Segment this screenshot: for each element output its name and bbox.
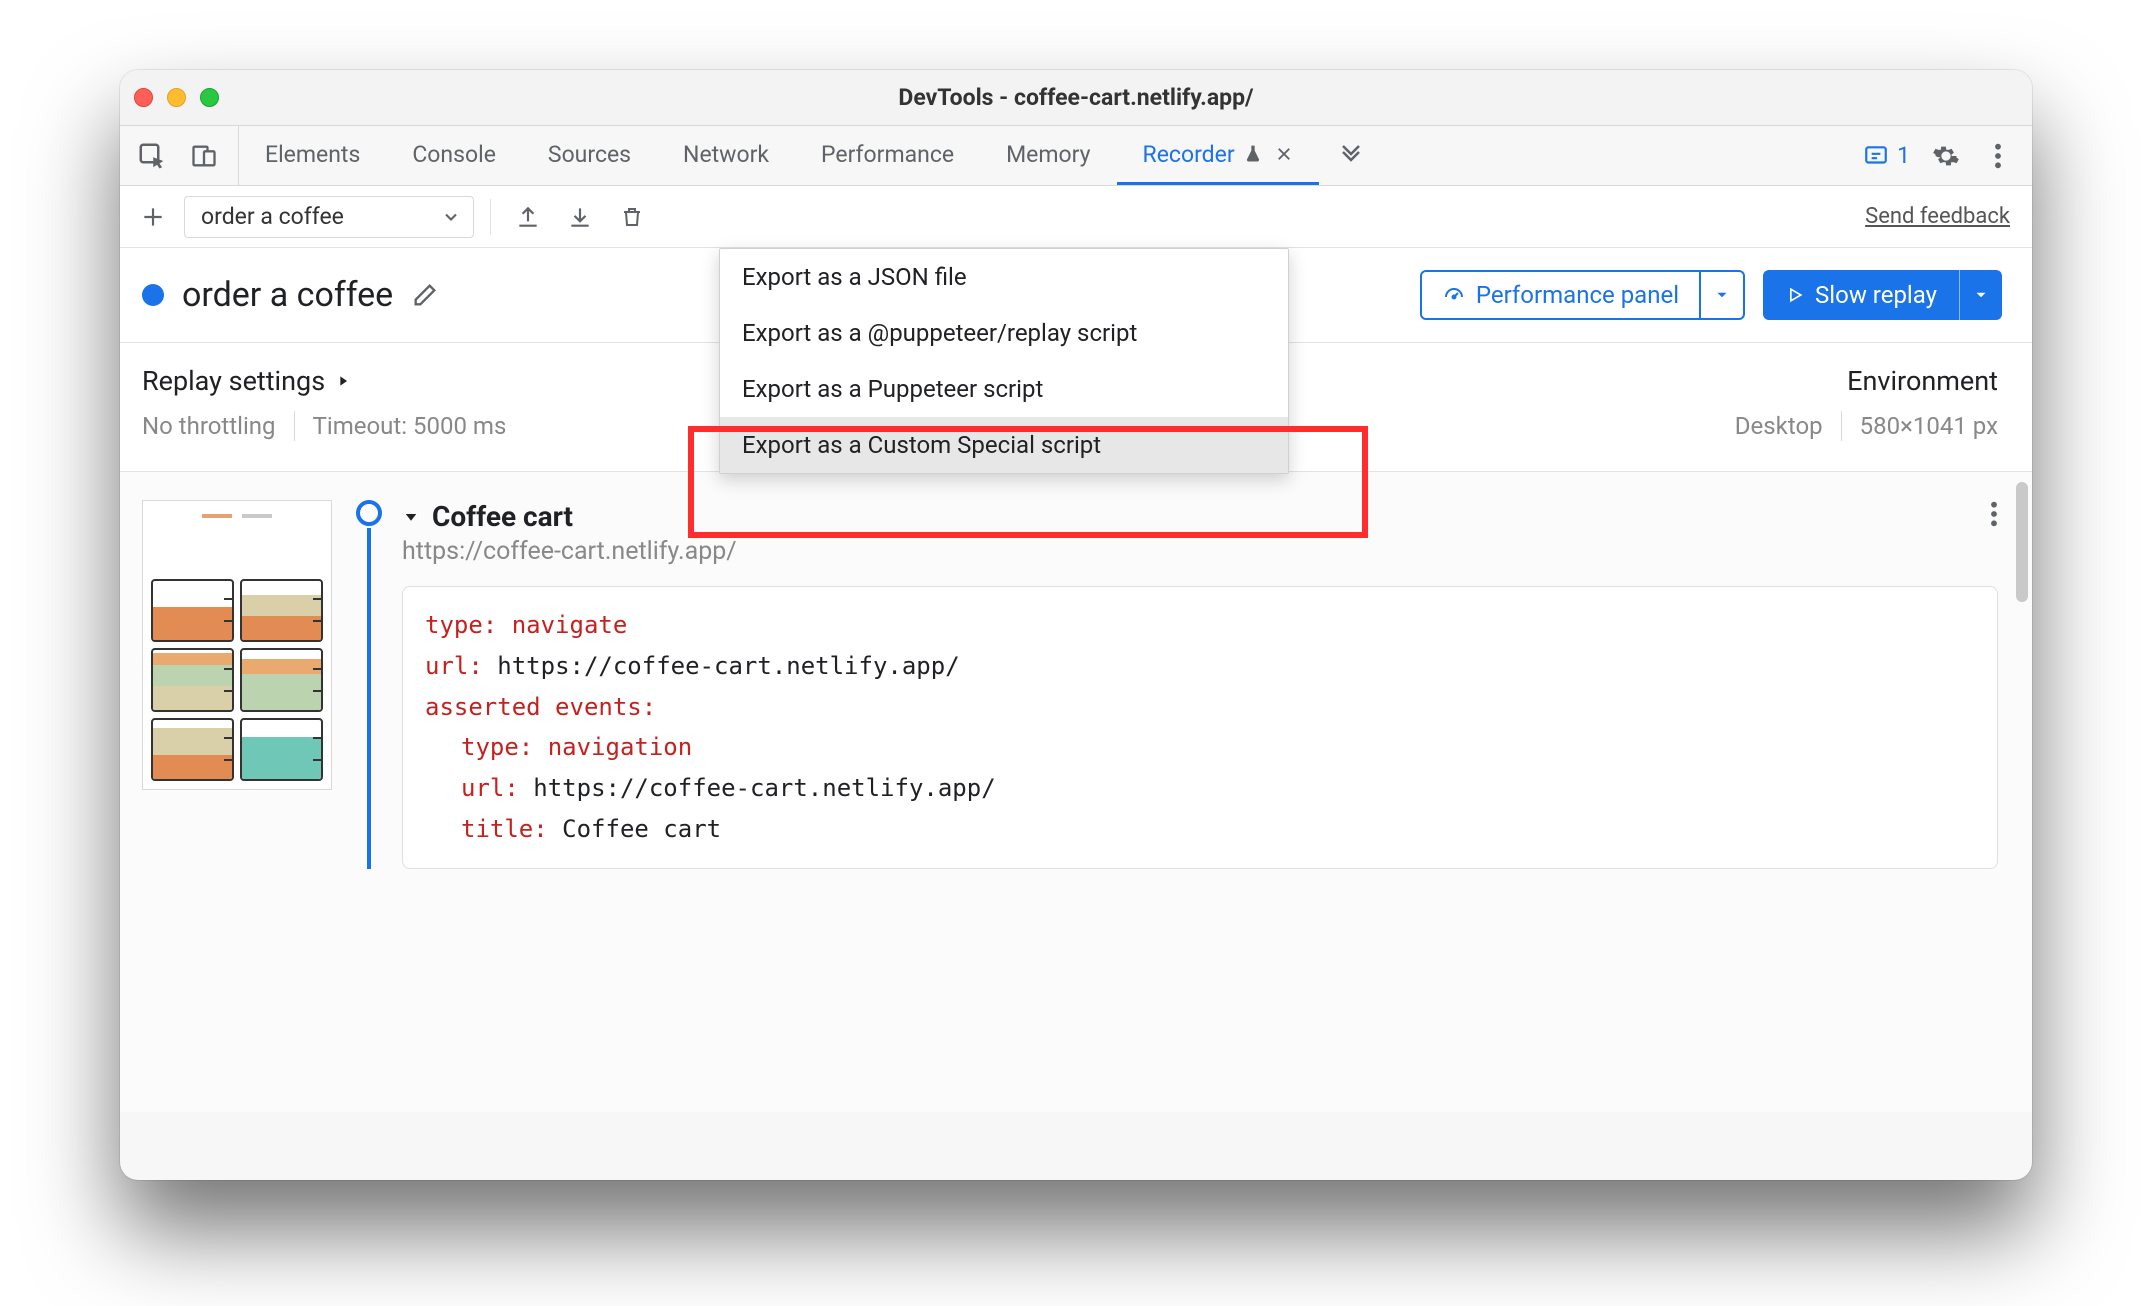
minimize-window-button[interactable] xyxy=(167,88,186,107)
recording-status-dot xyxy=(142,284,164,306)
recorder-toolbar: order a coffee Send feedback xyxy=(120,186,2032,248)
device-toolbar-icon[interactable] xyxy=(188,140,220,172)
tab-memory[interactable]: Memory xyxy=(980,126,1116,185)
devtools-tabstrip: Elements Console Sources Network Perform… xyxy=(120,126,2032,186)
titlebar: DevTools - coffee-cart.netlify.app/ xyxy=(120,70,2032,126)
kebab-icon[interactable] xyxy=(1982,140,2014,172)
window-title: DevTools - coffee-cart.netlify.app/ xyxy=(120,84,2032,111)
chevron-down-icon xyxy=(441,207,461,227)
step-details: type: navigate url: https://coffee-cart.… xyxy=(402,586,1998,869)
tab-elements[interactable]: Elements xyxy=(239,126,386,185)
export-item-puppeteer-replay[interactable]: Export as a @puppeteer/replay script xyxy=(720,305,1288,361)
issues-button[interactable]: 1 xyxy=(1863,142,1910,169)
traffic-lights xyxy=(134,88,219,107)
separator xyxy=(1841,411,1842,441)
separator xyxy=(294,411,295,441)
scrollbar[interactable] xyxy=(2016,482,2028,602)
replay-settings-toggle[interactable]: Replay settings xyxy=(142,365,506,397)
tab-sources[interactable]: Sources xyxy=(522,126,657,185)
recording-select-value: order a coffee xyxy=(201,203,344,230)
environment-device: Desktop xyxy=(1735,412,1823,440)
gauge-icon xyxy=(1442,283,1466,307)
export-button[interactable] xyxy=(507,196,549,238)
export-item-puppeteer[interactable]: Export as a Puppeteer script xyxy=(720,361,1288,417)
add-recording-button[interactable] xyxy=(132,196,174,238)
environment-title: Environment xyxy=(1735,365,1998,397)
chevron-down-icon[interactable] xyxy=(402,508,420,526)
gear-icon[interactable] xyxy=(1930,140,1962,172)
export-menu: Export as a JSON file Export as a @puppe… xyxy=(719,248,1289,474)
slow-replay-split[interactable] xyxy=(1959,270,2002,320)
recording-select[interactable]: order a coffee xyxy=(184,196,474,238)
timeline-rail xyxy=(354,500,384,869)
play-icon xyxy=(1785,285,1805,305)
steps-panel: Coffee cart https://coffee-cart.netlify.… xyxy=(120,472,2032,1112)
tab-console[interactable]: Console xyxy=(386,126,522,185)
flask-icon xyxy=(1243,144,1263,164)
chevron-right-icon xyxy=(335,371,351,391)
tabs-overflow-button[interactable] xyxy=(1319,126,1383,185)
send-feedback-link[interactable]: Send feedback xyxy=(1865,204,2010,229)
issues-count: 1 xyxy=(1897,142,1910,169)
step-subtitle: https://coffee-cart.netlify.app/ xyxy=(402,537,737,566)
zoom-window-button[interactable] xyxy=(200,88,219,107)
recording-name: order a coffee xyxy=(182,275,393,315)
tab-recorder[interactable]: Recorder xyxy=(1117,126,1319,185)
performance-panel-button[interactable]: Performance panel xyxy=(1420,270,1745,320)
page-thumbnail xyxy=(142,500,332,790)
separator xyxy=(490,199,491,235)
performance-panel-split[interactable] xyxy=(1699,272,1743,318)
environment-dimensions: 580×1041 px xyxy=(1860,412,1998,440)
import-button[interactable] xyxy=(559,196,601,238)
close-icon[interactable] xyxy=(1275,145,1293,163)
devtools-window: DevTools - coffee-cart.netlify.app/ Elem… xyxy=(120,70,2032,1180)
close-window-button[interactable] xyxy=(134,88,153,107)
timeout-value: Timeout: 5000 ms xyxy=(313,412,507,440)
step-title: Coffee cart xyxy=(432,500,573,533)
tab-network[interactable]: Network xyxy=(657,126,795,185)
export-item-json[interactable]: Export as a JSON file xyxy=(720,249,1288,305)
delete-button[interactable] xyxy=(611,196,653,238)
tab-performance[interactable]: Performance xyxy=(795,126,980,185)
slow-replay-button[interactable]: Slow replay xyxy=(1763,270,2002,320)
throttling-value: No throttling xyxy=(142,412,276,440)
step-marker xyxy=(356,500,382,526)
edit-icon[interactable] xyxy=(411,281,439,309)
step-menu-button[interactable] xyxy=(1990,500,1998,528)
export-item-custom-special[interactable]: Export as a Custom Special script xyxy=(720,417,1288,473)
inspect-element-icon[interactable] xyxy=(136,140,168,172)
